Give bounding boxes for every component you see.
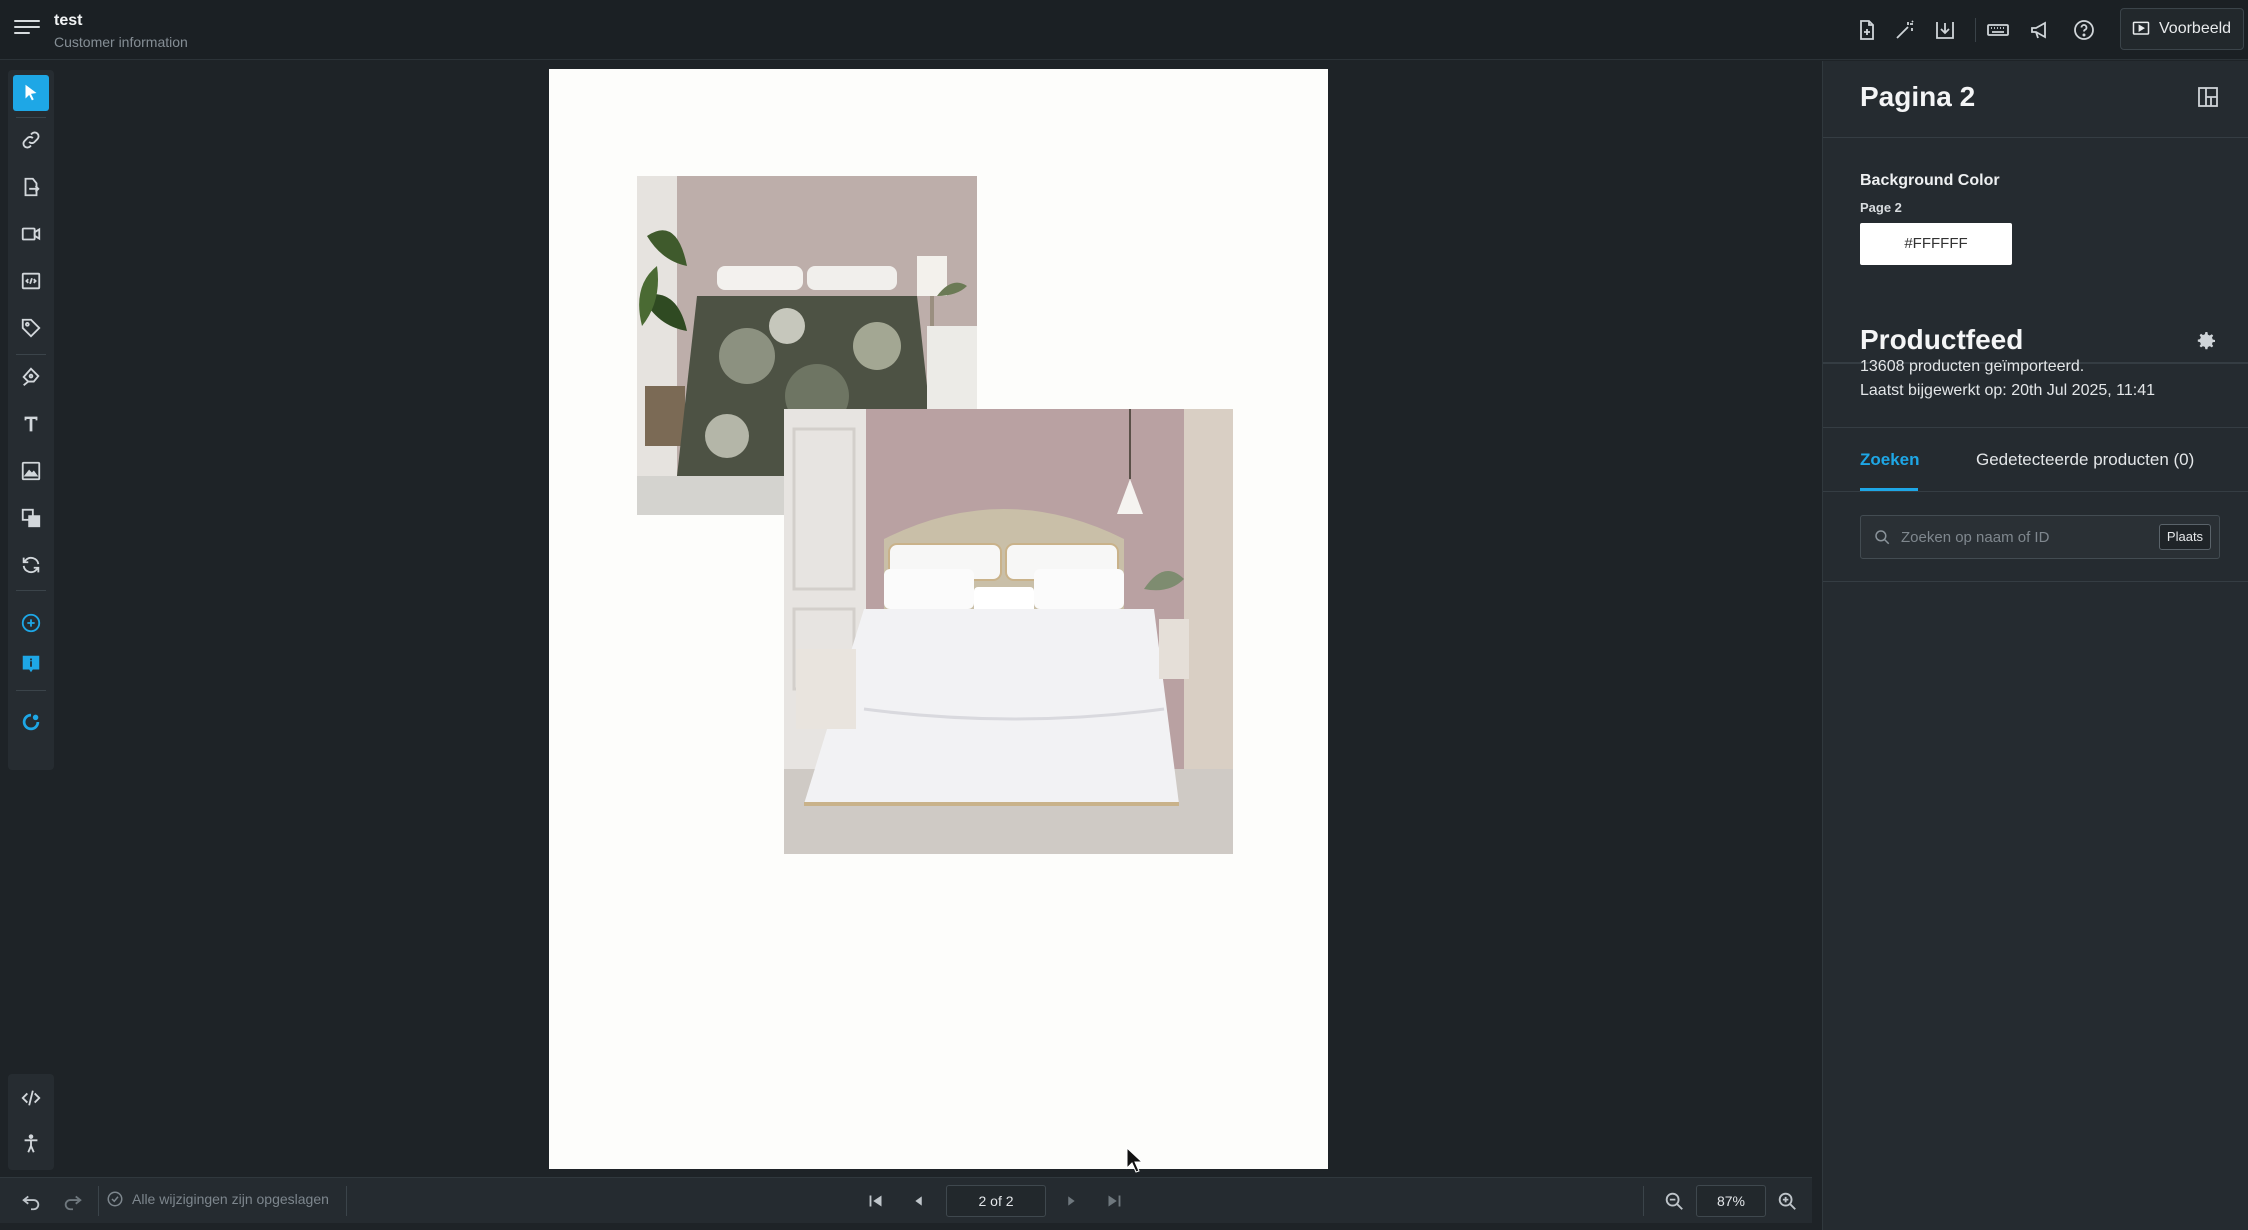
add-circle-icon[interactable] [13, 605, 49, 641]
export-icon[interactable] [13, 169, 49, 205]
zoom-in-icon[interactable] [1776, 1190, 1798, 1212]
background-color-sublabel: Page 2 [1860, 200, 1902, 215]
product-search-box: Plaats [1860, 515, 2220, 559]
save-status-text: Alle wijzigingen zijn opgeslagen [132, 1191, 329, 1207]
megaphone-icon[interactable] [2029, 18, 2053, 42]
gear-icon[interactable] [2194, 329, 2218, 353]
toolbar-divider [346, 1186, 347, 1216]
productfeed-imported-count: 13608 producten geïmporteerd. [1860, 358, 2085, 375]
last-page-icon[interactable] [1103, 1190, 1125, 1212]
canvas-page[interactable] [549, 69, 1328, 1169]
hamburger-menu-icon[interactable] [14, 16, 40, 42]
code-icon[interactable] [13, 1080, 49, 1116]
left-toolbar [8, 70, 54, 770]
first-page-icon[interactable] [865, 1190, 887, 1212]
download-icon[interactable] [1933, 18, 1957, 42]
check-circle-icon [107, 1191, 123, 1207]
editor-app: test Customer information Voorbeeld Pagi… [0, 0, 2248, 1230]
toolbar-divider [1975, 18, 1976, 42]
product-search-input[interactable] [1901, 524, 2151, 550]
top-bar: test Customer information Voorbeeld [0, 0, 2248, 60]
document-title: test [54, 12, 83, 29]
magic-wand-icon[interactable] [1893, 18, 1917, 42]
mouse-cursor-icon [1126, 1146, 1144, 1173]
product-image-white-bed[interactable] [784, 409, 1233, 854]
properties-panel: Pagina 2 Background Color Page 2 #FFFFFF… [1822, 61, 2248, 1230]
preview-icon [2132, 21, 2150, 35]
keyboard-icon[interactable] [1986, 18, 2010, 42]
link-icon[interactable] [13, 122, 49, 158]
bottom-bar: Alle wijzigingen zijn opgeslagen 2 of 2 … [0, 1177, 1812, 1223]
previous-page-icon[interactable] [908, 1190, 930, 1212]
image-icon[interactable] [13, 453, 49, 489]
text-icon[interactable] [13, 406, 49, 442]
left-bottom-toolbar [8, 1074, 54, 1170]
help-icon[interactable] [2072, 18, 2096, 42]
tag-icon[interactable] [13, 310, 49, 346]
undo-icon[interactable] [20, 1190, 42, 1212]
tabs-divider [1823, 491, 2248, 492]
place-button[interactable]: Plaats [2159, 524, 2211, 550]
preview-button[interactable]: Voorbeeld [2120, 8, 2244, 50]
add-page-icon[interactable] [1855, 18, 1879, 42]
save-status: Alle wijzigingen zijn opgeslagen [106, 1190, 329, 1208]
shop-integration-icon[interactable] [13, 704, 49, 740]
toolbar-divider [16, 117, 46, 118]
next-page-icon[interactable] [1060, 1190, 1082, 1212]
layers-icon[interactable] [13, 500, 49, 536]
toolbar-divider [16, 354, 46, 355]
page-title: Pagina 2 [1860, 81, 1976, 112]
toolbar-divider [16, 590, 46, 591]
embed-code-icon[interactable] [13, 263, 49, 299]
toolbar-divider [98, 1186, 99, 1216]
refresh-icon[interactable] [13, 547, 49, 583]
preview-label: Voorbeeld [2159, 20, 2232, 37]
search-icon [1873, 528, 1891, 546]
accessibility-icon[interactable] [13, 1126, 49, 1162]
redo-icon[interactable] [62, 1190, 84, 1212]
background-color-input[interactable]: #FFFFFF [1860, 223, 2012, 265]
zoom-out-icon[interactable] [1663, 1190, 1685, 1212]
select-pointer-icon[interactable] [13, 75, 49, 111]
section-divider [1823, 427, 2248, 428]
layout-icon[interactable] [2196, 85, 2220, 109]
zoom-level[interactable]: 87% [1696, 1185, 1766, 1217]
video-icon[interactable] [13, 216, 49, 252]
tab-detected-products[interactable]: Gedetecteerde producten (0) [1976, 450, 2194, 470]
productfeed-title: Productfeed [1860, 324, 2024, 355]
productfeed-last-updated: Laatst bijgewerkt op: 20th Jul 2025, 11:… [1860, 382, 2156, 399]
document-subtitle: Customer information [54, 34, 188, 50]
toolbar-divider [16, 690, 46, 691]
page-indicator[interactable]: 2 of 2 [946, 1185, 1046, 1217]
info-badge-icon[interactable] [13, 646, 49, 682]
background-color-label: Background Color [1860, 172, 2000, 189]
search-divider [1823, 581, 2248, 582]
toolbar-divider [1643, 1186, 1644, 1216]
pen-tool-icon[interactable] [13, 359, 49, 395]
tab-search[interactable]: Zoeken [1860, 450, 1920, 470]
